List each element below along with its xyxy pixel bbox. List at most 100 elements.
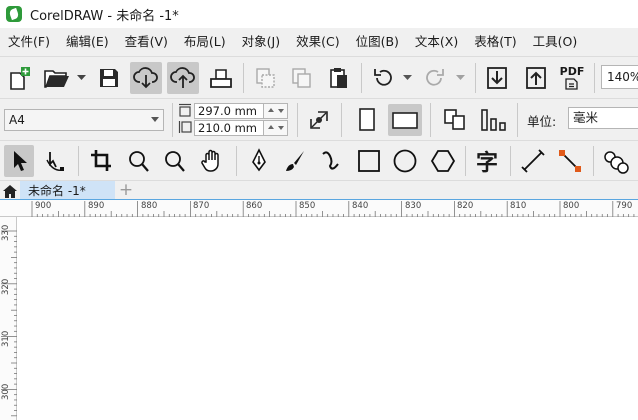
- all-pages-button[interactable]: [440, 105, 470, 135]
- text-tool-glyph: 字: [475, 151, 498, 176]
- portrait-button[interactable]: [352, 105, 382, 135]
- page-width-spinner[interactable]: [264, 103, 288, 119]
- menu-object[interactable]: 对象(J): [234, 28, 288, 56]
- menu-layout[interactable]: 布局(L): [176, 28, 234, 56]
- publish-pdf-button[interactable]: PDF: [556, 63, 588, 93]
- blend-icon: [604, 151, 629, 174]
- open-document-button[interactable]: [40, 63, 74, 93]
- v-ruler-label: 300: [1, 383, 11, 400]
- page-height-spinner[interactable]: [264, 120, 288, 136]
- h-ruler-label: 860: [246, 201, 263, 211]
- paste-button[interactable]: [324, 63, 354, 93]
- h-ruler-label: 890: [88, 201, 105, 211]
- ellipse-icon: [393, 149, 417, 173]
- menu-table[interactable]: 表格(T): [466, 28, 524, 56]
- property-bar: A4 297.0 mm 210.0 mm 单位: 毫米: [0, 98, 638, 140]
- home-icon[interactable]: [2, 183, 18, 199]
- import-button[interactable]: [482, 63, 512, 93]
- toolbar-separator: [517, 103, 518, 137]
- vertical-ruler[interactable]: 330 320 310 300: [0, 217, 17, 420]
- menu-file[interactable]: 文件(F): [0, 28, 58, 56]
- landscape-button[interactable]: [388, 104, 422, 136]
- h-ruler-label: 830: [405, 201, 422, 211]
- upload-cloud-button[interactable]: [167, 62, 199, 94]
- print-button[interactable]: [205, 63, 237, 93]
- export-button[interactable]: [521, 63, 551, 93]
- menu-effects[interactable]: 效果(C): [288, 28, 347, 56]
- drawing-canvas[interactable]: [17, 217, 638, 420]
- chevron-down-icon[interactable]: [77, 75, 86, 81]
- page-width-icon: [179, 103, 191, 117]
- dimension-line-icon: [521, 149, 545, 173]
- h-ruler-label: 810: [510, 201, 527, 211]
- h-ruler-label: 900: [35, 201, 52, 211]
- undo-icon: [374, 69, 392, 86]
- export-icon: [526, 67, 546, 89]
- v-ruler-label: 330: [1, 224, 11, 241]
- undo-button[interactable]: [368, 63, 398, 93]
- h-ruler-label: 800: [563, 201, 580, 211]
- printer-icon: [210, 69, 232, 88]
- page-size-select[interactable]: A4: [4, 109, 164, 131]
- shape-tool-button[interactable]: [40, 145, 70, 177]
- toolbar-separator: [172, 103, 173, 137]
- menu-edit[interactable]: 编辑(E): [58, 28, 117, 56]
- magnifier-icon: [165, 151, 185, 172]
- toolbar-separator: [594, 63, 595, 93]
- blend-tool-button[interactable]: [600, 145, 632, 177]
- ellipse-tool-button[interactable]: [390, 145, 420, 177]
- text-tool-button[interactable]: 字: [472, 145, 502, 177]
- current-page-icon: [481, 109, 506, 131]
- add-tab-button[interactable]: +: [118, 182, 134, 199]
- redo-button[interactable]: [420, 63, 450, 93]
- chevron-down-icon[interactable]: [456, 75, 465, 81]
- download-cloud-button[interactable]: [130, 62, 162, 94]
- toolbar-separator: [236, 146, 237, 176]
- chevron-down-icon[interactable]: [403, 75, 412, 81]
- page-height-input[interactable]: 210.0 mm: [194, 120, 264, 136]
- page-width-input[interactable]: 297.0 mm: [194, 103, 264, 119]
- hexagon-icon: [430, 150, 456, 172]
- pdf-file-icon: [565, 78, 578, 90]
- zoom-tool-button[interactable]: [124, 145, 154, 177]
- cut-button[interactable]: [250, 63, 280, 93]
- menu-bitmaps[interactable]: 位图(B): [348, 28, 407, 56]
- tab-document[interactable]: 未命名 -1*: [20, 181, 115, 201]
- menu-tools[interactable]: 工具(O): [525, 28, 586, 56]
- redo-icon: [426, 69, 444, 86]
- hand-icon: [201, 149, 219, 172]
- rectangle-tool-button[interactable]: [354, 145, 384, 177]
- zoom-level-field[interactable]: 140%: [601, 65, 638, 89]
- coreldraw-logo-icon: [6, 6, 22, 22]
- curve-tool-button[interactable]: [316, 145, 346, 177]
- zoom-out-tool-button[interactable]: [160, 145, 190, 177]
- connector-tool-button[interactable]: [555, 145, 585, 177]
- pick-tool-button[interactable]: [4, 145, 34, 177]
- pen-tool-button[interactable]: [244, 145, 274, 177]
- menu-view[interactable]: 查看(V): [117, 28, 176, 56]
- curve-icon: [322, 151, 339, 170]
- v-ruler-label: 320: [1, 278, 11, 295]
- pan-tool-button[interactable]: [197, 145, 227, 177]
- current-page-button[interactable]: [477, 105, 509, 135]
- page-height-row: 210.0 mm: [194, 120, 288, 136]
- units-select[interactable]: 毫米: [568, 107, 638, 129]
- dimension-tool-button[interactable]: [518, 145, 548, 177]
- connector-icon: [559, 150, 581, 172]
- h-ruler-label: 870: [193, 201, 210, 211]
- toolbar-separator: [341, 103, 342, 137]
- menu-text[interactable]: 文本(X): [407, 28, 466, 56]
- page-layout-tool-button[interactable]: [304, 105, 334, 135]
- new-document-button[interactable]: [4, 63, 36, 93]
- brush-tool-button[interactable]: [280, 145, 310, 177]
- crop-tool-button[interactable]: [86, 145, 116, 177]
- copy-button[interactable]: [286, 63, 316, 93]
- save-button[interactable]: [94, 63, 124, 93]
- landscape-icon: [392, 112, 418, 129]
- page-height-icon: [178, 121, 192, 133]
- units-label: 单位:: [527, 114, 557, 129]
- horizontal-ruler[interactable]: 900 890 880 870 860 850 840 830 820 810 …: [0, 200, 638, 217]
- import-icon: [487, 67, 507, 89]
- polygon-tool-button[interactable]: [427, 145, 459, 177]
- paste-icon: [330, 68, 347, 88]
